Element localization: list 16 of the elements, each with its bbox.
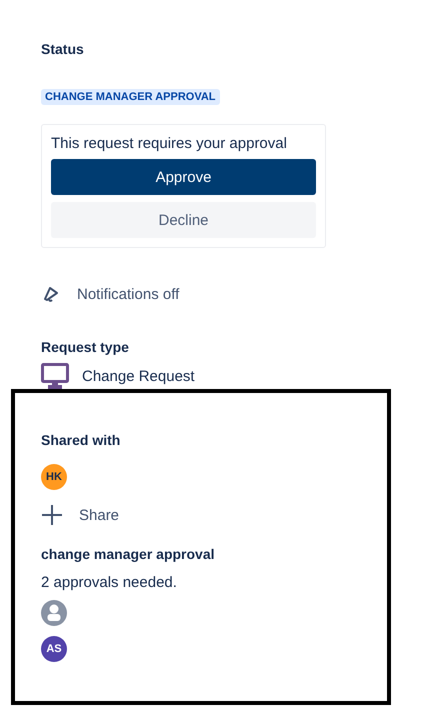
decline-button[interactable]: Decline [51,202,316,238]
approval-message: This request requires your approval [51,135,288,152]
request-type-heading: Request type [41,339,130,355]
monitor-icon [41,363,69,389]
avatar: AS [41,636,67,662]
avatar: HK [41,464,67,490]
approve-button[interactable]: Approve [51,159,316,195]
notifications-toggle[interactable]: Notifications off [77,286,180,302]
share-button[interactable]: Share [41,504,120,526]
approvals-note: 2 approvals needed. [41,574,178,591]
status-heading: Status [41,41,85,57]
plus-icon [41,504,63,526]
approval-group-heading: change manager approval [41,546,216,562]
request-type-value: Change Request [82,368,195,384]
status-lozenge: CHANGE MANAGER APPROVAL [41,89,220,105]
shared-with-heading: Shared with [41,432,122,448]
